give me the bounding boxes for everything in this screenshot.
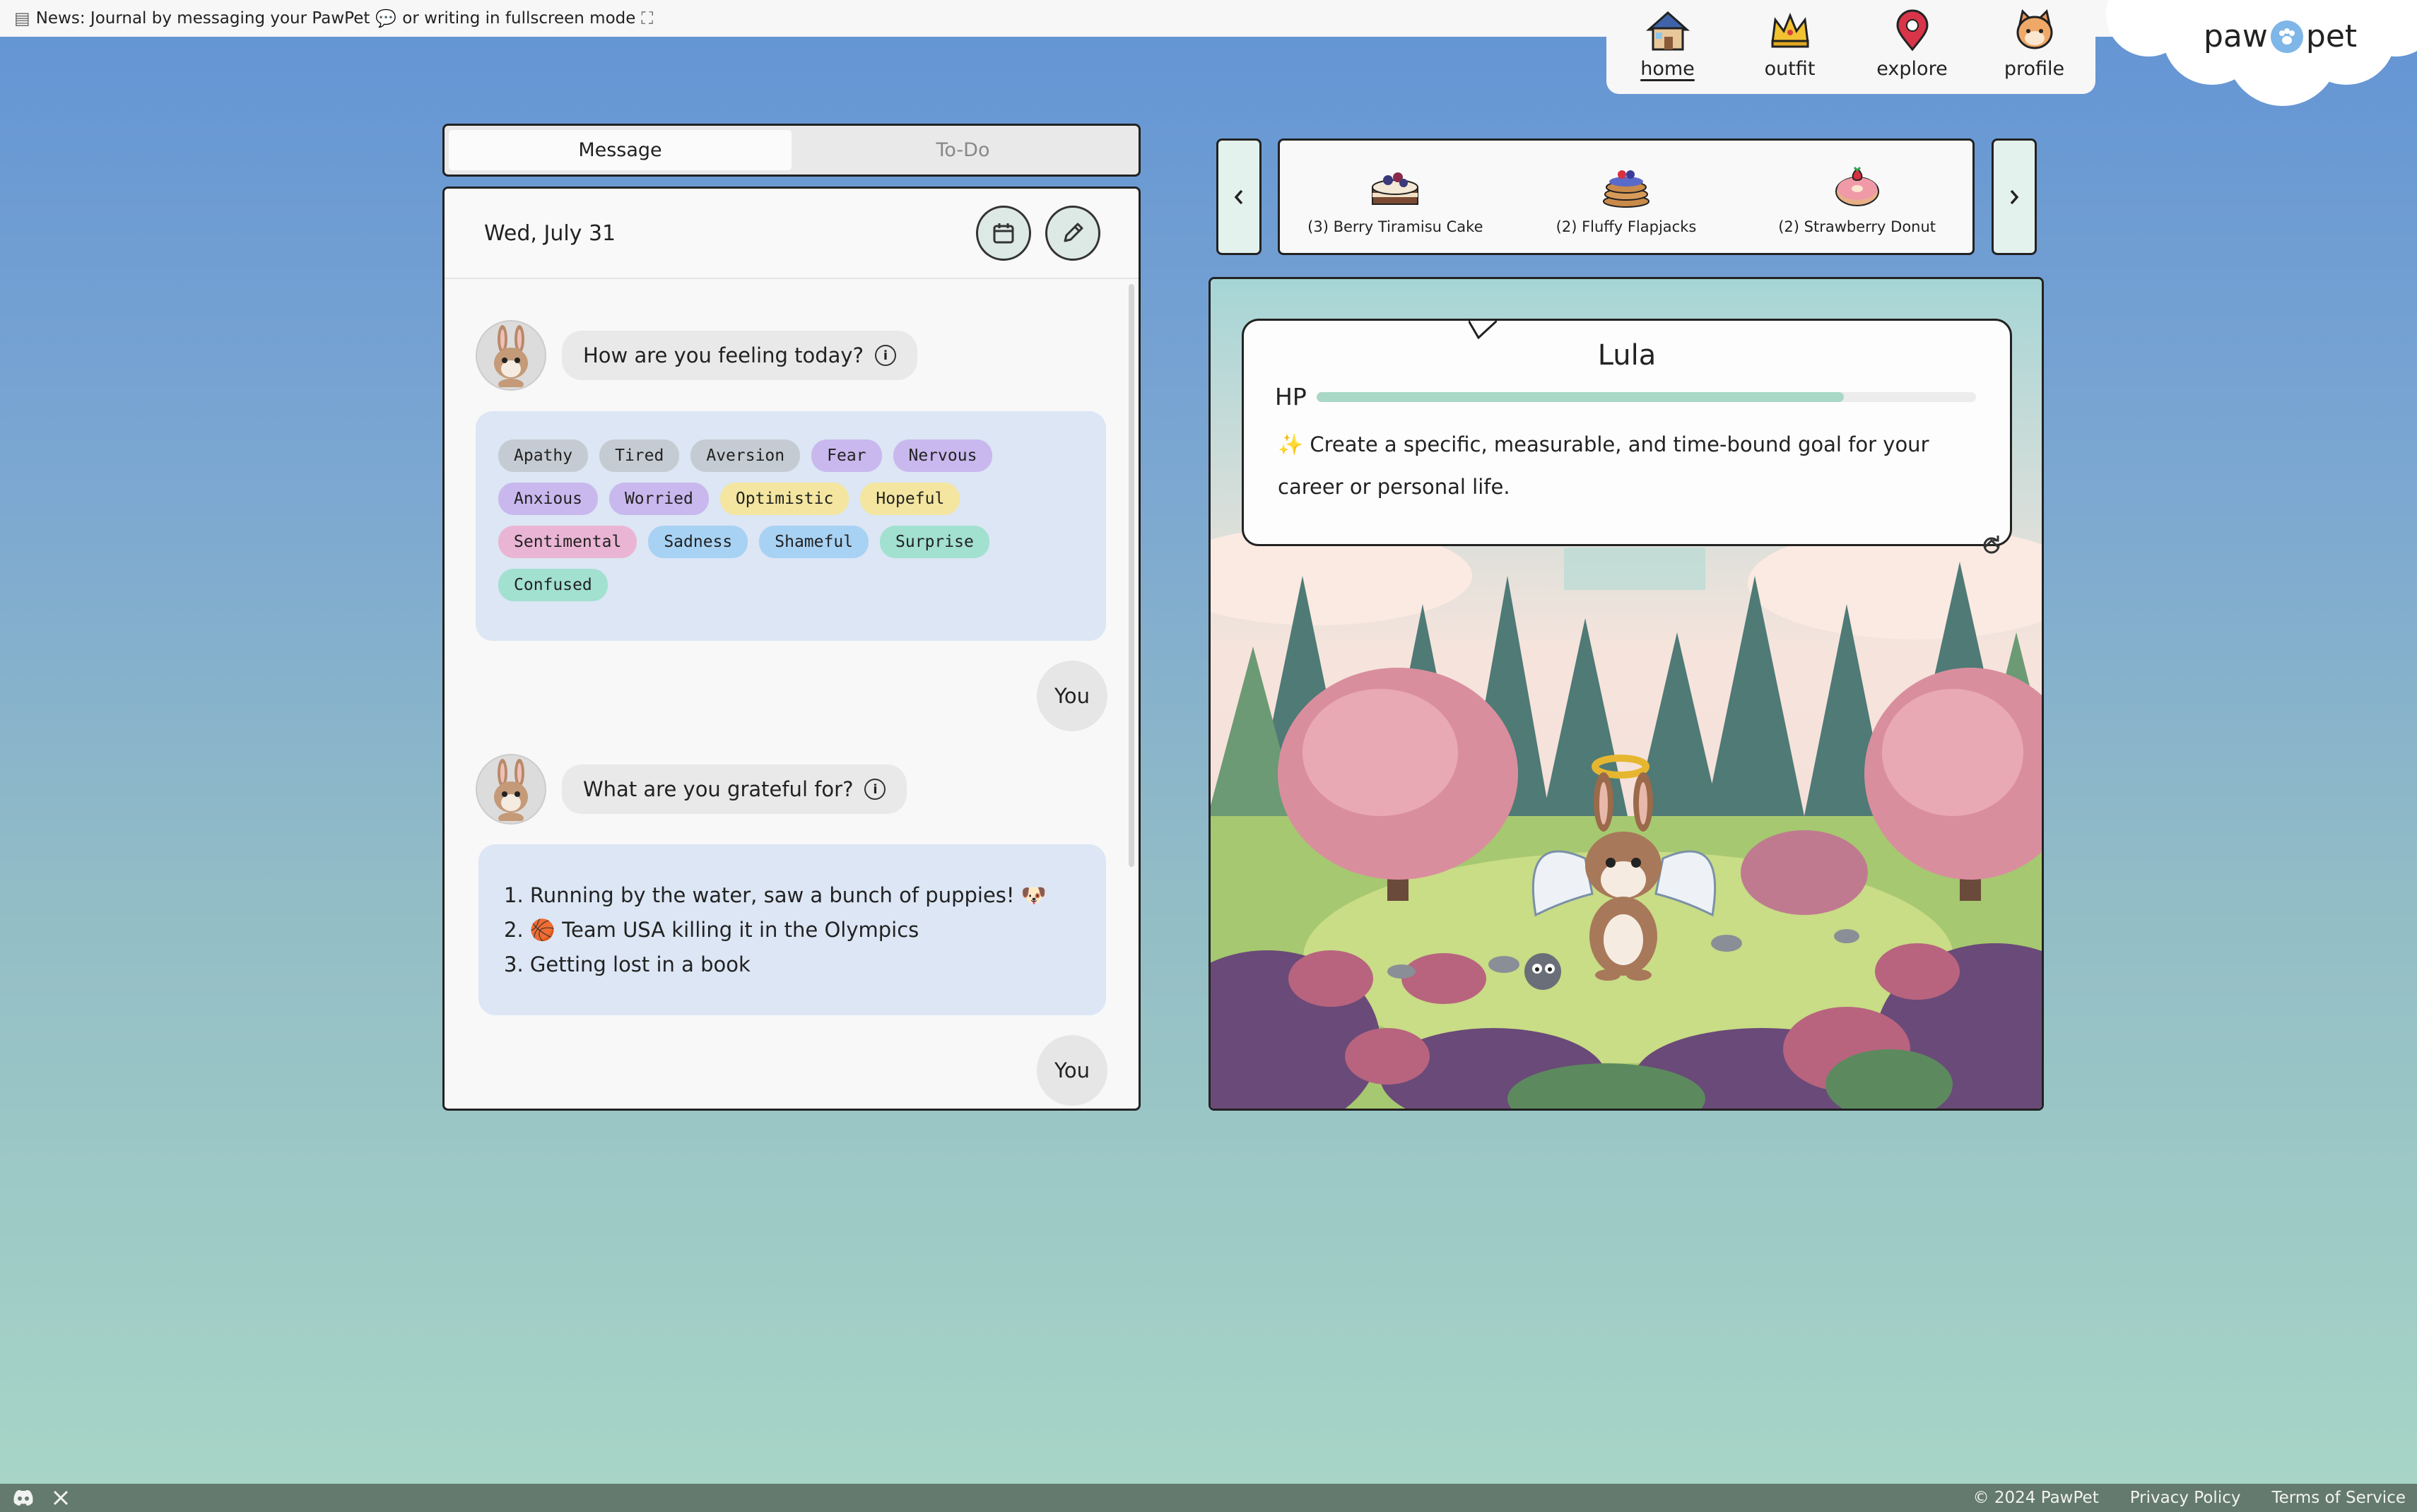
user-avatar: You	[1037, 1035, 1107, 1106]
feeling-chip[interactable]: Anxious	[498, 483, 598, 515]
feeling-chip[interactable]: Nervous	[893, 439, 993, 472]
news-label: News:	[35, 9, 86, 28]
user-grateful-message: 1. Running by the water, saw a bunch of …	[478, 844, 1106, 1015]
hp-row: HP	[1275, 383, 1976, 411]
feeling-chip[interactable]: Aversion	[690, 439, 801, 472]
chevron-right-icon	[2010, 189, 2019, 204]
x-twitter-icon[interactable]	[52, 1489, 69, 1506]
feeling-chip[interactable]: Worried	[608, 483, 709, 515]
critter	[1524, 953, 1561, 990]
cloud-decoration	[2106, 0, 2417, 106]
goal-text: Create a specific, measurable, and time-…	[1278, 432, 1929, 499]
nav-explore[interactable]: explore	[1859, 8, 1965, 80]
house-icon	[1645, 11, 1690, 51]
pet-prompt-feeling: How are you feeling today? i	[476, 320, 917, 391]
news-text: Journal by messaging your PawPet	[90, 9, 370, 28]
hp-bar	[1316, 391, 1976, 402]
terms-of-service-link[interactable]: Terms of Service	[2271, 1489, 2406, 1507]
calendar-button[interactable]	[976, 206, 1031, 261]
grateful-line: 1. Running by the water, saw a bunch of …	[504, 883, 1047, 907]
chevron-up-icon[interactable]	[1982, 534, 2001, 554]
logo-text-left: paw	[2204, 18, 2268, 54]
journal-tabs: Message To-Do	[442, 124, 1141, 177]
feeling-chip[interactable]: Surprise	[880, 526, 989, 558]
grateful-line: 2. 🏀 Team USA killing it in the Olympics	[504, 918, 919, 942]
feeling-chip[interactable]: Sentimental	[498, 526, 637, 558]
grateful-prompt-bubble: What are you grateful for? i	[562, 764, 907, 814]
info-icon[interactable]: i	[864, 779, 886, 800]
pawpet-logo[interactable]: paw pet	[2204, 18, 2357, 54]
pet-avatar	[476, 754, 546, 825]
fullscreen-icon[interactable]: ⛶	[641, 8, 653, 28]
pet-status-card: Lula HP ✨ Create a specific, measurable,…	[1242, 319, 2012, 554]
treats-prev-button[interactable]	[1216, 138, 1262, 255]
logo-text-right: pet	[2305, 18, 2358, 54]
feeling-chip[interactable]: Optimistic	[719, 483, 849, 515]
feeling-chip[interactable]: Tired	[599, 439, 680, 472]
news-text-2: or writing in fullscreen mode	[402, 9, 636, 28]
crown-icon	[1770, 13, 1809, 48]
pet-goal-message: ✨ Create a specific, measurable, and tim…	[1278, 423, 1976, 508]
pancakes-icon	[1602, 170, 1649, 208]
feeling-chip[interactable]: Apathy	[498, 439, 589, 472]
speech-bubble-icon: 💬	[375, 8, 397, 28]
treats-next-button[interactable]	[1992, 138, 2037, 255]
user-avatar: You	[1037, 661, 1107, 731]
pencil-icon	[1064, 223, 1083, 242]
tab-todo[interactable]: To-Do	[792, 130, 1134, 170]
bunny-avatar-icon	[494, 759, 528, 821]
chat-panel: Wed, July 31 How are you feeling today? …	[442, 187, 1141, 1111]
pet-avatar	[476, 320, 546, 391]
discord-icon[interactable]	[11, 1489, 35, 1507]
pet-prompt-grateful: What are you grateful for? i	[476, 754, 907, 825]
info-icon[interactable]: i	[874, 345, 896, 366]
pet-name: Lula	[1597, 339, 1657, 372]
sparkles-icon: ✨	[1278, 432, 1304, 456]
pet-scene: Lula HP ✨ Create a specific, measurable,…	[1208, 277, 2044, 1111]
edit-button[interactable]	[1045, 206, 1100, 261]
paw-icon	[2270, 20, 2303, 53]
cake-icon	[1372, 172, 1419, 205]
newspaper-icon: ▤	[14, 8, 30, 28]
feeling-chip[interactable]: Confused	[498, 569, 608, 601]
nav-outfit[interactable]: outfit	[1737, 8, 1843, 80]
chat-date: Wed, July 31	[484, 220, 616, 246]
grateful-line: 3. Getting lost in a book	[504, 952, 751, 976]
feeling-prompt-bubble: How are you feeling today? i	[562, 331, 917, 380]
feeling-chip[interactable]: Fear	[811, 439, 882, 472]
nav-profile[interactable]: profile	[1982, 8, 2088, 80]
treat-item[interactable]: (2) Fluffy Flapjacks	[1520, 159, 1732, 235]
chat-header: Wed, July 31	[445, 189, 1139, 279]
cat-face-icon	[2016, 9, 2052, 49]
tab-message[interactable]: Message	[449, 130, 792, 170]
treat-item[interactable]: (3) Berry Tiramisu Cake	[1289, 159, 1501, 235]
treat-item[interactable]: (2) Strawberry Donut	[1751, 159, 1963, 235]
calendar-icon	[993, 223, 1014, 244]
chat-scrollbar[interactable]	[1129, 284, 1134, 867]
treats-carousel: (3) Berry Tiramisu Cake (2) Fluffy Flapj…	[1278, 138, 1975, 255]
nav-home[interactable]: home	[1615, 8, 1721, 80]
copyright-text: © 2024 PawPet	[1972, 1489, 2099, 1507]
bunny-avatar-icon	[494, 325, 528, 387]
speech-bubble-tail	[1469, 321, 1497, 339]
footer: © 2024 PawPet Privacy Policy Terms of Se…	[0, 1484, 2417, 1512]
feeling-chip[interactable]: Sadness	[648, 526, 748, 558]
hp-bar-fill	[1316, 391, 1845, 402]
feeling-chip[interactable]: Shameful	[759, 526, 869, 558]
feelings-selector: Apathy Tired Aversion Fear Nervous Anxio…	[476, 411, 1106, 641]
chevron-left-icon	[1234, 189, 1243, 204]
feeling-chip[interactable]: Hopeful	[860, 483, 960, 515]
donut-icon	[1835, 166, 1879, 206]
hp-label: HP	[1275, 383, 1307, 411]
top-nav: home outfit explore profile	[1606, 0, 2095, 94]
map-pin-icon	[1895, 9, 1929, 52]
privacy-policy-link[interactable]: Privacy Policy	[2130, 1489, 2241, 1507]
